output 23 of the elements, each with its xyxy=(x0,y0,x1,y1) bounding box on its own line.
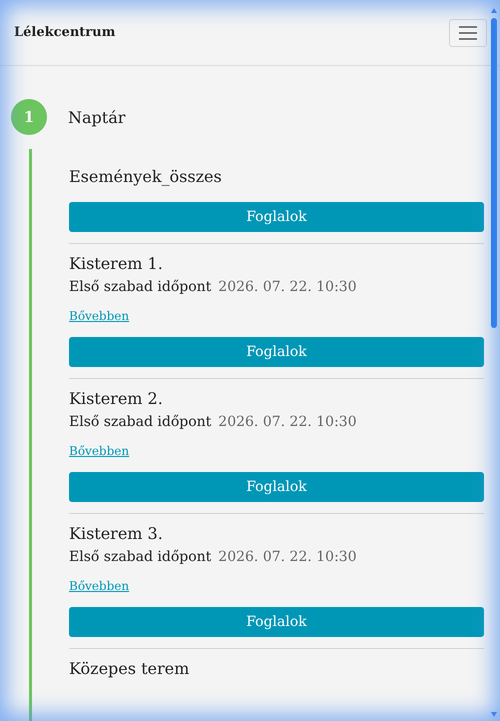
section-title: Események_összes xyxy=(69,167,223,186)
menu-button[interactable] xyxy=(449,18,487,46)
brand-name[interactable]: Lélekcentrum xyxy=(14,25,116,40)
availability-label: Első szabad időpont xyxy=(69,414,212,430)
date-text: 2026. 07. 22. 10:30 xyxy=(218,279,357,295)
date-text: 2026. 07. 22. 10:30 xyxy=(218,549,357,565)
availability-label: Első szabad időpont xyxy=(69,279,212,295)
room-title: Kisterem 2. xyxy=(69,389,164,408)
date-text: 2026. 07. 22. 10:30 xyxy=(218,414,357,430)
menu-icon xyxy=(458,24,478,40)
room-title: Kisterem 3. xyxy=(69,524,164,543)
availability-label: Első szabad időpont xyxy=(69,549,212,565)
book-button[interactable]: Foglalok xyxy=(69,337,484,367)
book-button[interactable]: Foglalok xyxy=(69,607,484,637)
step-number: 1 xyxy=(11,99,47,135)
details-link[interactable]: Bővebben xyxy=(69,579,130,593)
room-title: Közepes terem xyxy=(69,659,190,678)
book-button[interactable]: Foglalok xyxy=(69,472,484,502)
step-title: Naptár xyxy=(68,108,126,126)
room-title: Kisterem 1. xyxy=(69,254,164,273)
book-button[interactable]: Foglalok xyxy=(69,202,484,232)
details-link[interactable]: Bővebben xyxy=(69,309,130,323)
details-link[interactable]: Bővebben xyxy=(69,444,130,458)
